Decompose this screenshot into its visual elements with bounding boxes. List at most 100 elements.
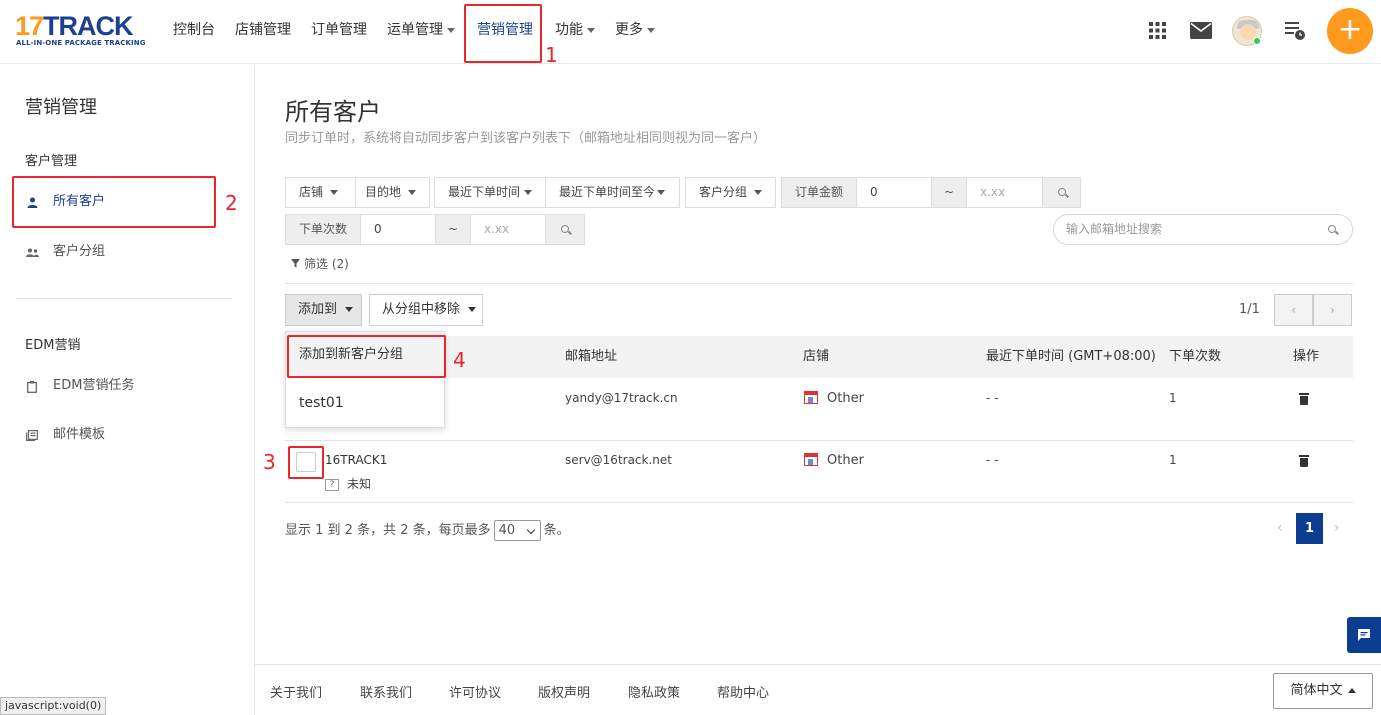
- order-count-max-input[interactable]: x.xx: [470, 214, 546, 245]
- prev-page-button[interactable]: ‹: [1274, 294, 1313, 326]
- annotation-number-4: 4: [453, 348, 466, 372]
- sidebar-item-email-templates[interactable]: 邮件模板: [0, 411, 254, 459]
- chevron-down-icon: [408, 190, 417, 195]
- country-cell: ? 未知: [325, 475, 371, 492]
- annotation-number-3: 3: [263, 450, 276, 474]
- last-order-cell: - -: [986, 453, 999, 467]
- shop-cell: Other: [804, 453, 864, 468]
- logo[interactable]: 17TRACK ALL-IN-ONE PACKAGE TRACKING: [15, 12, 145, 52]
- annotation-box-2: [12, 176, 216, 228]
- order-count-cell: 1: [1169, 391, 1177, 405]
- order-amount-min-input[interactable]: 0: [856, 177, 932, 208]
- page-count: 1/1: [1239, 302, 1260, 317]
- sidebar-group-customers: 客户管理: [25, 154, 78, 169]
- nav-shop-management[interactable]: 店铺管理: [225, 0, 301, 60]
- chevron-down-icon: [447, 27, 455, 33]
- pagination-summary: 显示 1 到 2 条，共 2 条，每页最多 40 条。: [285, 519, 570, 541]
- mail-icon[interactable]: [1190, 22, 1212, 39]
- email-search-input[interactable]: 输入邮箱地址搜索: [1053, 214, 1353, 245]
- order-count-cell: 1: [1169, 453, 1177, 467]
- main-nav: 控制台 店铺管理 订单管理 运单管理 营销管理 功能 更多: [163, 0, 665, 60]
- filter-last-order-select[interactable]: 最近下单时间: [434, 177, 546, 208]
- column-shop: 店铺: [803, 349, 830, 364]
- filter-destination-select[interactable]: 目的地: [355, 177, 430, 208]
- sidebar-title: 营销管理: [25, 97, 97, 118]
- divider: [285, 283, 1353, 284]
- email-cell: yandy@17track.cn: [565, 391, 678, 405]
- menu-item-group-test01[interactable]: test01: [286, 380, 444, 426]
- footer-link-copyright[interactable]: 版权声明: [538, 682, 590, 701]
- template-icon: [25, 411, 39, 459]
- chevron-down-icon: [524, 190, 533, 195]
- task-list-icon[interactable]: [1285, 21, 1306, 41]
- online-status-icon: [1253, 37, 1261, 45]
- sidebar-item-edm-tasks[interactable]: EDM营销任务: [0, 362, 254, 410]
- remove-from-group-button[interactable]: 从分组中移除: [369, 294, 483, 326]
- filter-icon: [291, 259, 300, 268]
- logo-wordmark: 17TRACK: [15, 11, 134, 41]
- next-page-button[interactable]: ›: [1313, 294, 1352, 326]
- chevron-down-icon: [754, 190, 763, 195]
- nav-shipment-management[interactable]: 运单管理: [377, 0, 465, 60]
- chat-icon: [1358, 629, 1370, 641]
- email-cell: serv@16track.net: [565, 453, 672, 467]
- nav-more[interactable]: 更多: [605, 0, 665, 60]
- chevron-down-icon: [657, 190, 666, 195]
- shop-cell: Other: [804, 391, 864, 406]
- unknown-country-icon: ?: [325, 479, 339, 491]
- sidebar-divider: [16, 298, 232, 299]
- column-operations: 操作: [1293, 349, 1320, 364]
- divider: [285, 440, 1353, 441]
- people-icon: [25, 228, 39, 276]
- sidebar-group-edm: EDM营销: [25, 338, 81, 353]
- per-page-select[interactable]: 40: [493, 520, 541, 541]
- quick-add-button[interactable]: +: [1327, 8, 1373, 54]
- nav-dashboard[interactable]: 控制台: [163, 0, 225, 60]
- language-select[interactable]: 简体中文: [1273, 673, 1373, 709]
- range-separator: ~: [931, 177, 967, 208]
- sidebar: 营销管理 客户管理 所有客户 客户分组 EDM营销 EDM营销任务 邮件模板: [0, 65, 255, 715]
- footer-link-contact[interactable]: 联系我们: [360, 682, 412, 701]
- chat-button[interactable]: [1347, 617, 1381, 653]
- count-search-button[interactable]: [545, 214, 585, 245]
- prev-page-arrow[interactable]: ‹: [1277, 513, 1283, 544]
- filter-last-order-to-now-select[interactable]: 最近下单时间至今: [545, 177, 680, 208]
- add-to-button[interactable]: 添加到: [285, 294, 362, 326]
- filter-toggle[interactable]: 筛选 (2): [291, 255, 349, 272]
- footer-link-about[interactable]: 关于我们: [270, 682, 322, 701]
- store-icon: [804, 391, 818, 404]
- page-title: 所有客户: [285, 98, 381, 126]
- divider: [285, 502, 1353, 503]
- next-page-arrow[interactable]: ›: [1334, 513, 1340, 544]
- footer-link-help[interactable]: 帮助中心: [717, 682, 769, 701]
- order-amount-max-input[interactable]: x.xx: [966, 177, 1043, 208]
- search-icon: [1057, 188, 1066, 196]
- annotation-number-1: 1: [545, 43, 558, 67]
- column-order-count: 下单次数: [1169, 349, 1222, 364]
- footer-link-license[interactable]: 许可协议: [449, 682, 501, 701]
- search-icon: [561, 225, 569, 233]
- nav-order-management[interactable]: 订单管理: [301, 0, 377, 60]
- delete-icon[interactable]: [1299, 393, 1309, 405]
- footer: 关于我们 联系我们 许可协议 版权声明 隐私政策 帮助中心 简体中文: [255, 664, 1381, 715]
- page-subtitle: 同步订单时，系统将自动同步客户到该客户列表下（邮箱地址相同则视为同一客户）: [285, 131, 767, 146]
- order-count-min-input[interactable]: 0: [360, 214, 436, 245]
- apps-grid-icon[interactable]: [1149, 22, 1166, 39]
- delete-icon[interactable]: [1299, 455, 1309, 467]
- logo-tagline: ALL-IN-ONE PACKAGE TRACKING: [16, 39, 146, 47]
- last-order-cell: - -: [986, 391, 999, 405]
- annotation-number-2: 2: [225, 191, 238, 215]
- order-count-label: 下单次数: [285, 214, 361, 245]
- search-icon: [1328, 225, 1336, 233]
- filter-customer-group-select[interactable]: 客户分组: [685, 177, 776, 208]
- amount-search-button[interactable]: [1042, 177, 1081, 208]
- annotation-box-1: [464, 4, 542, 63]
- current-page[interactable]: 1: [1296, 513, 1323, 544]
- filter-shop-select[interactable]: 店铺: [285, 177, 356, 208]
- footer-link-privacy[interactable]: 隐私政策: [628, 682, 680, 701]
- order-amount-label: 订单金额: [781, 177, 857, 208]
- annotation-box-3: [288, 446, 324, 479]
- chevron-down-icon: [468, 307, 477, 312]
- sidebar-item-customer-groups[interactable]: 客户分组: [0, 228, 254, 276]
- chevron-down-icon: [345, 307, 354, 312]
